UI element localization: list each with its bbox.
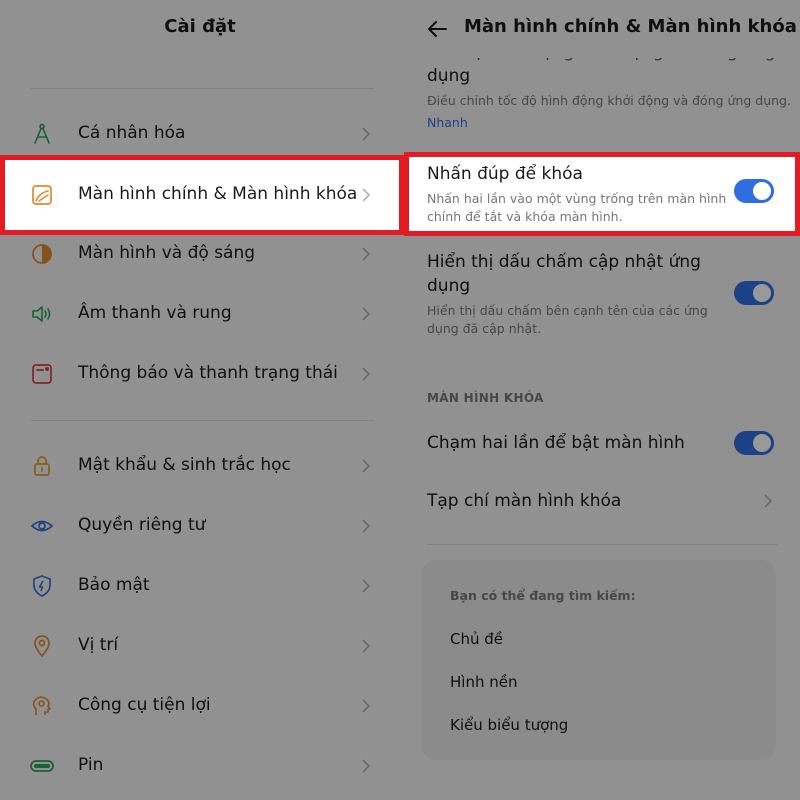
settings-item-convenience-tools[interactable]: Công cụ tiện lợi — [0, 676, 400, 736]
chevron-right-icon — [362, 699, 371, 713]
settings-item-label: Quyền riêng tư — [78, 515, 206, 535]
update-dot-desc-line2: dụng đã cập nhật. — [427, 321, 542, 336]
settings-item-label: Vị trí — [78, 635, 119, 655]
settings-item-home-lock-screen[interactable]: Màn hình chính & Màn hình khóa — [0, 155, 404, 235]
lock-screen-section-label: MÀN HÌNH KHÓA — [427, 391, 544, 405]
toggle-knob — [753, 434, 771, 452]
chevron-right-icon — [362, 579, 371, 593]
update-dot-desc: Hiển thị dấu chấm bên cạnh tên của các ứ… — [427, 303, 708, 318]
settings-item-label: Cá nhân hóa — [78, 123, 186, 143]
settings-item-label: Màn hình và độ sáng — [78, 243, 256, 263]
update-dot-toggle[interactable] — [734, 281, 774, 305]
double-tap-lock-row[interactable]: Nhấn đúp để khóa Nhấn hai lần vào một vù… — [404, 152, 800, 236]
settings-item-label: Pin — [78, 755, 104, 775]
chevron-right-icon — [362, 307, 371, 321]
settings-item-battery[interactable]: Pin — [0, 736, 400, 796]
settings-item-label: Màn hình chính & Màn hình khóa — [78, 184, 358, 204]
chevron-right-icon — [362, 759, 371, 773]
home-lock-screen-panel: Tốc độ hình động khởi động và đóng ứng d… — [400, 0, 800, 800]
lock-magazine-title: Tạp chí màn hình khóa — [427, 491, 622, 511]
speaker-icon — [32, 306, 51, 322]
tools-icon — [32, 696, 51, 715]
chevron-right-icon — [362, 247, 371, 261]
animation-speed-value[interactable]: Nhanh — [427, 115, 468, 130]
divider — [30, 88, 374, 89]
search-suggestion-item[interactable]: Hình nền — [450, 673, 517, 691]
settings-item-label: Âm thanh và rung — [78, 303, 232, 323]
page-title: Màn hình chính & Màn hình khóa — [464, 16, 797, 37]
brightness-icon — [32, 244, 52, 264]
animation-speed-title: dụng — [427, 66, 471, 86]
settings-panel: Cài đặt Cá nhân hóa Màn hình và độ sáng … — [0, 0, 400, 800]
settings-item-sound-vibration[interactable]: Âm thanh và rung — [0, 284, 400, 344]
battery-icon — [30, 760, 54, 772]
divider — [30, 420, 374, 421]
lock-icon — [34, 456, 50, 476]
divider — [427, 544, 778, 545]
double-tap-wake-title: Chạm hai lần để bật màn hình — [427, 433, 685, 453]
settings-item-privacy[interactable]: Quyền riêng tư — [0, 496, 400, 556]
double-tap-lock-desc: Nhấn hai lần vào một vùng trống trên màn… — [427, 191, 727, 206]
chevron-right-icon — [764, 494, 773, 508]
toggle-knob — [753, 284, 771, 302]
settings-item-label: Bảo mật — [78, 575, 150, 595]
chevron-right-icon — [362, 367, 371, 381]
personalization-icon — [34, 123, 50, 144]
location-pin-icon — [34, 635, 50, 657]
header: Màn hình chính & Màn hình khóa — [400, 0, 800, 58]
settings-item-label: Công cụ tiện lợi — [78, 695, 211, 715]
double-tap-lock-toggle[interactable] — [734, 179, 774, 203]
shield-icon — [33, 575, 51, 597]
chevron-right-icon — [362, 127, 371, 141]
settings-item-security[interactable]: Bảo mật — [0, 556, 400, 616]
animation-speed-desc: Điều chỉnh tốc độ hình động khởi động và… — [427, 93, 791, 108]
settings-item-label: Mật khẩu & sinh trắc học — [78, 455, 291, 475]
home-lock-screen-icon — [32, 185, 52, 205]
settings-item-location[interactable]: Vị trí — [0, 616, 400, 676]
chevron-right-icon — [362, 459, 371, 473]
update-dot-title-line2: dụng — [427, 276, 471, 296]
chevron-right-icon — [362, 639, 371, 653]
chevron-right-icon — [362, 188, 371, 202]
page-title: Cài đặt — [164, 16, 236, 37]
toggle-knob — [753, 182, 771, 200]
double-tap-lock-desc-line2: chính để tắt và khóa màn hình. — [427, 209, 623, 224]
update-dot-title: Hiển thị dấu chấm cập nhật ứng — [427, 252, 701, 272]
search-suggestion-item[interactable]: Kiểu biểu tượng — [450, 716, 568, 734]
double-tap-lock-title: Nhấn đúp để khóa — [427, 164, 583, 184]
chevron-right-icon — [362, 519, 371, 533]
settings-item-notifications[interactable]: Thông báo và thanh trạng thái — [0, 344, 400, 404]
search-suggestion-item[interactable]: Chủ đề — [450, 630, 503, 648]
settings-item-label: Thông báo và thanh trạng thái — [78, 363, 338, 383]
settings-item-password-biometrics[interactable]: Mật khẩu & sinh trắc học — [0, 436, 400, 496]
search-suggestions-card: Bạn có thể đang tìm kiếm: Chủ đề Hình nề… — [422, 560, 776, 760]
search-suggestions-heading: Bạn có thể đang tìm kiếm: — [450, 588, 636, 603]
back-arrow-icon[interactable] — [426, 18, 448, 40]
notification-icon — [32, 364, 52, 384]
double-tap-wake-toggle[interactable] — [734, 431, 774, 455]
privacy-eye-icon — [30, 520, 54, 532]
